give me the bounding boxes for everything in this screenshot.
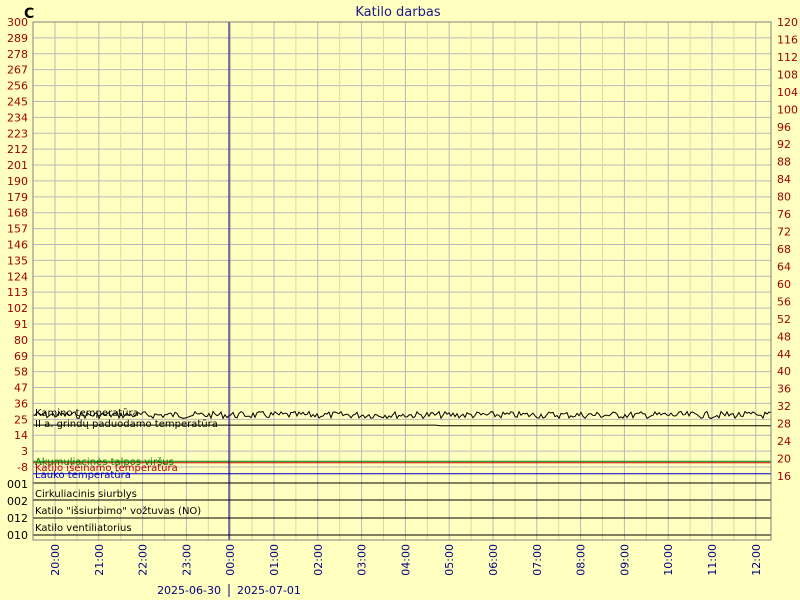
left-tick-label: 47 (14, 382, 28, 395)
x-tick-label: 23:00 (180, 544, 193, 576)
logic-tick-label: 010 (7, 529, 28, 542)
right-tick-label: 52 (777, 313, 791, 326)
left-tick-label: 212 (7, 143, 28, 156)
series-label: Kamino temperatūra (35, 408, 139, 419)
right-tick-label: 24 (777, 435, 791, 448)
right-tick-label: 76 (777, 208, 791, 221)
x-tick-label: 21:00 (93, 544, 106, 576)
right-tick-label: 88 (777, 156, 791, 169)
date-label-end: 2025-07-01 (237, 584, 301, 597)
left-tick-label: 102 (7, 302, 28, 315)
logic-tick-label: 002 (7, 495, 28, 508)
right-tick-label: 48 (777, 330, 791, 343)
left-tick-label: 190 (7, 175, 28, 188)
right-tick-label: 116 (777, 33, 798, 46)
x-tick-label: 03:00 (356, 544, 369, 576)
left-tick-label: 300 (7, 16, 28, 29)
left-tick-label: 25 (14, 413, 28, 426)
right-tick-label: 80 (777, 191, 791, 204)
right-tick-label: 16 (777, 470, 791, 483)
x-tick-label: 06:00 (487, 544, 500, 576)
logic-axis-ticks: 001 002 012 010 (7, 478, 28, 542)
left-tick-label: 69 (14, 350, 28, 363)
left-tick-label: -8 (17, 461, 28, 474)
right-tick-label: 104 (777, 86, 798, 99)
date-label-start: 2025-06-30 (157, 584, 221, 597)
left-tick-label: 234 (7, 111, 28, 124)
right-tick-label: 120 (777, 16, 798, 29)
x-tick-label: 10:00 (662, 544, 675, 576)
left-tick-label: 14 (14, 429, 28, 442)
left-tick-label: 289 (7, 32, 28, 45)
right-tick-label: 84 (777, 173, 791, 186)
series-label: Lauko temperatūra (35, 470, 131, 481)
logic-tick-label: 001 (7, 478, 28, 491)
digital-label: Katilo "išsiurbimo" vožtuvas (NO) (35, 505, 201, 517)
right-axis-ticks: 120 116 112 108 104 100 96 92 88 84 80 76 72 68 64 60 56… (777, 16, 798, 483)
digital-label: Cirkuliacinis siurblys (35, 489, 137, 500)
right-tick-label: 60 (777, 278, 791, 291)
right-tick-label: 32 (777, 400, 791, 413)
x-tick-label: 20:00 (49, 544, 62, 576)
right-tick-label: 112 (777, 51, 798, 64)
x-tick-label: 12:00 (750, 544, 763, 576)
left-tick-label: 124 (7, 270, 28, 283)
right-tick-label: 28 (777, 418, 791, 431)
left-tick-label: 3 (21, 445, 28, 458)
left-tick-label: 113 (7, 286, 28, 299)
right-tick-label: 36 (777, 383, 791, 396)
right-tick-label: 72 (777, 226, 791, 239)
x-tick-label: 01:00 (268, 544, 281, 576)
x-tick-label: 05:00 (443, 544, 456, 576)
right-tick-label: 40 (777, 365, 791, 378)
left-tick-label: 245 (7, 95, 28, 108)
series-label: II a. grindų paduodamo temperatūra (35, 419, 218, 430)
x-axis-ticks: 20:00 21:00 22:00 23:00 00:00 01:00 02:00 03:00… (49, 544, 763, 576)
left-tick-label: 91 (14, 318, 28, 331)
x-tick-label: 07:00 (531, 544, 544, 576)
left-tick-label: 80 (14, 334, 28, 347)
left-tick-label: 36 (14, 397, 28, 410)
x-tick-label: 22:00 (137, 544, 150, 576)
x-tick-label: 09:00 (618, 544, 631, 576)
digital-label: Katilo ventiliatorius (35, 523, 132, 534)
x-tick-label: 04:00 (399, 544, 412, 576)
left-tick-label: 179 (7, 191, 28, 204)
left-tick-label: 58 (14, 366, 28, 379)
x-tick-label: 02:00 (312, 544, 325, 576)
logic-tick-label: 012 (7, 512, 28, 525)
x-tick-label: 00:00 (224, 544, 237, 576)
right-tick-label: 44 (777, 348, 791, 361)
left-tick-label: 135 (7, 254, 28, 267)
right-tick-label: 68 (777, 243, 791, 256)
left-tick-label: 146 (7, 239, 28, 252)
right-tick-label: 64 (777, 260, 791, 273)
left-axis-ticks: 300 289 278 267 256 245 234 223 212 201 190 179 168 1… (7, 16, 28, 474)
x-tick-label: 11:00 (706, 544, 719, 576)
left-tick-label: 267 (7, 64, 28, 77)
right-tick-label: 96 (777, 121, 791, 134)
left-tick-label: 157 (7, 223, 28, 236)
right-tick-label: 92 (777, 138, 791, 151)
right-tick-label: 100 (777, 103, 798, 116)
right-tick-label: 108 (777, 68, 798, 81)
right-tick-label: 20 (777, 453, 791, 466)
left-tick-label: 168 (7, 207, 28, 220)
right-tick-label: 56 (777, 295, 791, 308)
chart: Katilo darbas C 300289278267256245234223… (7, 5, 798, 597)
left-tick-label: 278 (7, 48, 28, 61)
left-tick-label: 223 (7, 127, 28, 140)
x-tick-label: 08:00 (575, 544, 588, 576)
left-tick-label: 201 (7, 159, 28, 172)
left-tick-label: 256 (7, 80, 28, 93)
chart-title: Katilo darbas (355, 5, 440, 20)
